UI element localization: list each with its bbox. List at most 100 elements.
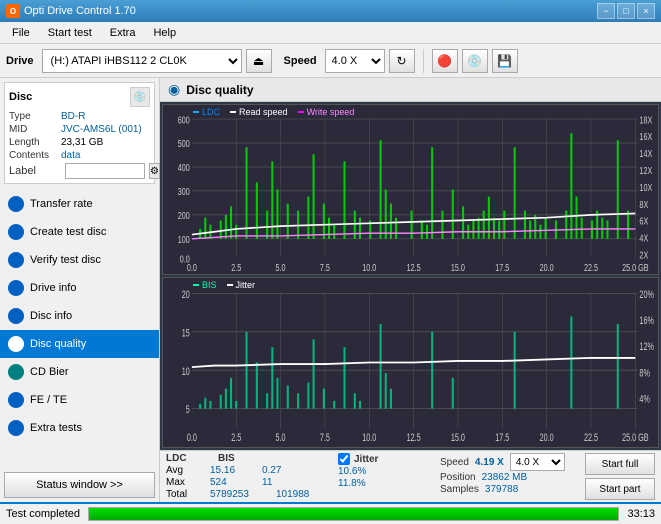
ldc-chart-svg: 600 500 400 300 200 100 0.0 18X 16X 14X … [163, 105, 658, 274]
svg-text:25.0 GB: 25.0 GB [622, 262, 649, 273]
start-full-button[interactable]: Start full [585, 453, 655, 475]
disc-label-label: Label [9, 165, 61, 177]
position-label: Position [440, 472, 476, 483]
transfer-rate-label: Transfer rate [30, 198, 93, 210]
svg-text:5.0: 5.0 [276, 262, 286, 273]
sidebar-item-create-test-disc[interactable]: Create test disc [0, 218, 159, 246]
svg-text:18X: 18X [639, 114, 652, 125]
jitter-legend-dot [227, 284, 233, 286]
tool-btn-save[interactable]: 💾 [492, 49, 518, 73]
menu-start-test[interactable]: Start test [40, 25, 100, 41]
jitter-legend-label: Jitter [236, 280, 256, 290]
svg-text:10: 10 [182, 365, 190, 377]
disc-quality-label: Disc quality [30, 338, 86, 350]
disc-info-label: Disc info [30, 310, 72, 322]
svg-text:6X: 6X [639, 216, 648, 227]
svg-text:8X: 8X [639, 199, 648, 210]
svg-text:5.0: 5.0 [276, 431, 286, 443]
position-value: 23862 MB [482, 472, 528, 483]
read-speed-legend-item: Read speed [230, 107, 288, 117]
read-speed-legend-dot [230, 111, 236, 113]
disc-type-value: BD-R [61, 111, 85, 122]
cd-bier-icon [8, 364, 24, 380]
max-jitter-value: 11.8% [338, 478, 366, 489]
svg-text:0.0: 0.0 [187, 431, 197, 443]
transfer-rate-icon [8, 196, 24, 212]
svg-text:0.0: 0.0 [187, 262, 197, 273]
maximize-button[interactable]: □ [617, 3, 635, 19]
samples-value: 379788 [485, 484, 518, 495]
sidebar-item-disc-quality[interactable]: Disc quality [0, 330, 159, 358]
disc-panel: Disc 💿 Type BD-R MID JVC-AMS6L (001) Len… [4, 82, 155, 184]
disc-icon: 💿 [130, 87, 150, 107]
start-part-button[interactable]: Start part [585, 478, 655, 500]
close-button[interactable]: × [637, 3, 655, 19]
svg-text:200: 200 [178, 210, 190, 221]
ldc-legend-dot [193, 111, 199, 113]
extra-tests-icon [8, 420, 24, 436]
fe-te-icon [8, 392, 24, 408]
bis-legend-dot [193, 284, 199, 286]
svg-text:17.5: 17.5 [495, 262, 509, 273]
max-bis-value: 11 [262, 477, 298, 488]
avg-ldc-value: 15.16 [210, 465, 246, 476]
tool-btn-2[interactable]: 💿 [462, 49, 488, 73]
svg-text:10.0: 10.0 [362, 431, 376, 443]
speed-select[interactable]: 4.0 X [325, 49, 385, 73]
menu-file[interactable]: File [4, 25, 38, 41]
menu-extra[interactable]: Extra [102, 25, 144, 41]
disc-contents-label: Contents [9, 150, 61, 161]
disc-mid-field: MID JVC-AMS6L (001) [9, 124, 150, 135]
disc-type-field: Type BD-R [9, 111, 150, 122]
speed-select-inline[interactable]: 4.0 X [510, 453, 565, 471]
sidebar-item-drive-info[interactable]: Drive info [0, 274, 159, 302]
max-label: Max [166, 477, 176, 488]
title-bar: O Opti Drive Control 1.70 − □ × [0, 0, 661, 22]
sidebar-item-disc-info[interactable]: Disc info [0, 302, 159, 330]
sidebar-item-verify-test-disc[interactable]: Verify test disc [0, 246, 159, 274]
disc-length-field: Length 23,31 GB [9, 137, 150, 148]
disc-mid-value: JVC-AMS6L (001) [61, 124, 142, 135]
svg-text:500: 500 [178, 138, 190, 149]
svg-text:10X: 10X [639, 182, 652, 193]
total-bis-value: 101988 [276, 489, 326, 500]
read-speed-legend-label: Read speed [239, 107, 288, 117]
ldc-col-header: LDC [166, 453, 202, 464]
drive-label: Drive [6, 55, 34, 67]
sidebar-item-extra-tests[interactable]: Extra tests [0, 414, 159, 442]
sidebar-item-transfer-rate[interactable]: Transfer rate [0, 190, 159, 218]
refresh-button[interactable]: ↻ [389, 49, 415, 73]
status-window-button[interactable]: Status window >> [4, 472, 155, 498]
disc-label-input[interactable] [65, 163, 145, 179]
svg-text:20.0: 20.0 [540, 431, 554, 443]
menu-help[interactable]: Help [145, 25, 184, 41]
minimize-button[interactable]: − [597, 3, 615, 19]
sidebar-item-cd-bier[interactable]: CD Bier [0, 358, 159, 386]
svg-text:15: 15 [182, 327, 190, 339]
svg-text:22.5: 22.5 [584, 431, 598, 443]
tool-btn-1[interactable]: 🔴 [432, 49, 458, 73]
write-speed-legend-label: Write speed [307, 107, 355, 117]
svg-text:12.5: 12.5 [407, 262, 421, 273]
ldc-legend-item: LDC [193, 107, 220, 117]
create-test-disc-label: Create test disc [30, 226, 106, 238]
nav-section: Transfer rate Create test disc Verify te… [0, 190, 159, 442]
chart1-legend: LDC Read speed Write speed [193, 107, 354, 117]
eject-button[interactable]: ⏏ [246, 49, 272, 73]
ldc-chart: LDC Read speed Write speed [162, 104, 659, 275]
svg-text:17.5: 17.5 [495, 431, 509, 443]
disc-label-btn[interactable]: ⚙ [149, 163, 160, 179]
svg-text:16%: 16% [639, 315, 653, 327]
sidebar-item-fe-te[interactable]: FE / TE [0, 386, 159, 414]
svg-text:4%: 4% [639, 393, 649, 405]
max-ldc-value: 524 [210, 477, 246, 488]
svg-text:12%: 12% [639, 341, 653, 353]
total-label: Total [166, 489, 176, 500]
svg-text:20.0: 20.0 [540, 262, 554, 273]
disc-contents-field: Contents data [9, 150, 150, 161]
svg-text:22.5: 22.5 [584, 262, 598, 273]
svg-text:100: 100 [178, 234, 190, 245]
drive-select[interactable]: (H:) ATAPI iHBS112 2 CL0K [42, 49, 242, 73]
svg-text:12X: 12X [639, 165, 652, 176]
jitter-checkbox[interactable] [338, 453, 350, 465]
